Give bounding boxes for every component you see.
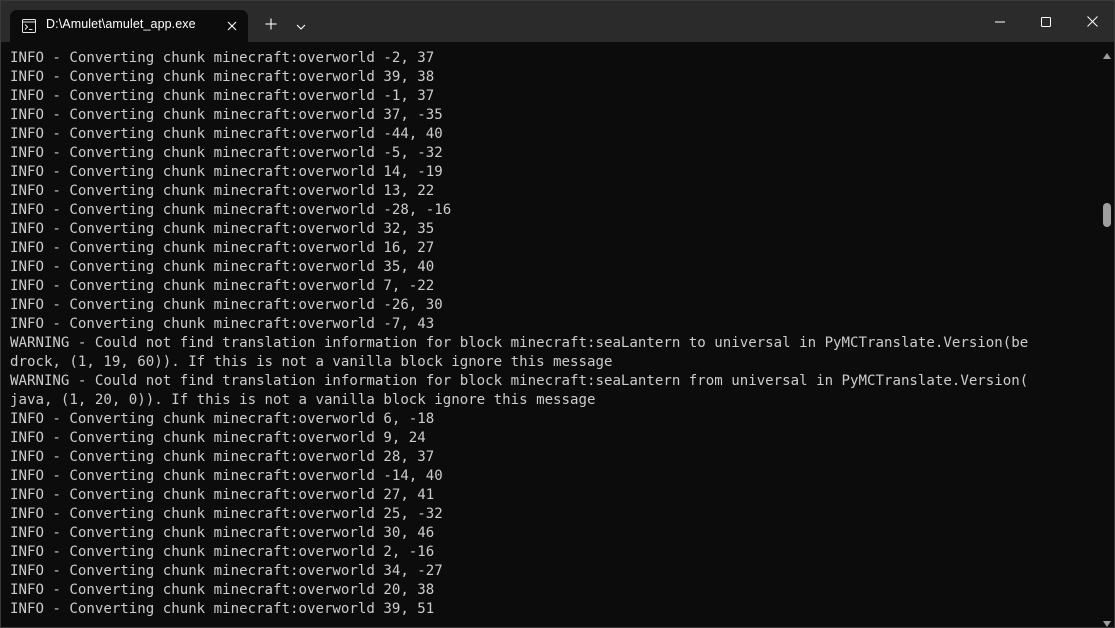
- vertical-scrollbar[interactable]: [1101, 42, 1113, 628]
- console-line: INFO - Converting chunk minecraft:overwo…: [10, 88, 435, 104]
- console-line: INFO - Converting chunk minecraft:overwo…: [10, 69, 435, 85]
- console-line: INFO - Converting chunk minecraft:overwo…: [10, 126, 443, 142]
- console-line: INFO - Converting chunk minecraft:overwo…: [10, 544, 435, 560]
- console-line: INFO - Converting chunk minecraft:overwo…: [10, 183, 435, 199]
- console-line: INFO - Converting chunk minecraft:overwo…: [10, 164, 443, 180]
- tab-title: D:\Amulet\amulet_app.exe: [46, 17, 196, 31]
- console-line: INFO - Converting chunk minecraft:overwo…: [10, 449, 435, 465]
- tab-dropdown-button[interactable]: [289, 10, 313, 38]
- console-line: INFO - Converting chunk minecraft:overwo…: [10, 259, 435, 275]
- console-line: drock, (1, 19, 60)). If this is not a va…: [10, 354, 613, 370]
- title-bar[interactable]: D:\Amulet\amulet_app.exe: [1, 1, 1114, 42]
- maximize-button[interactable]: [1023, 1, 1069, 42]
- console-line: INFO - Converting chunk minecraft:overwo…: [10, 50, 435, 66]
- scroll-up-arrow-icon[interactable]: [1102, 46, 1112, 59]
- console-line: INFO - Converting chunk minecraft:overwo…: [10, 506, 443, 522]
- console-line: INFO - Converting chunk minecraft:overwo…: [10, 563, 443, 579]
- console-line: INFO - Converting chunk minecraft:overwo…: [10, 411, 435, 427]
- scroll-down-arrow-icon[interactable]: [1102, 614, 1112, 627]
- chevron-down-icon: [296, 15, 306, 34]
- console-line: INFO - Converting chunk minecraft:overwo…: [10, 487, 435, 503]
- terminal-icon: [22, 18, 36, 33]
- console-line: INFO - Converting chunk minecraft:overwo…: [10, 278, 435, 294]
- console-line: java, (1, 20, 0)). If this is not a vani…: [10, 392, 596, 408]
- console-line: INFO - Converting chunk minecraft:overwo…: [10, 202, 452, 218]
- console-line: INFO - Converting chunk minecraft:overwo…: [10, 582, 435, 598]
- scrollbar-thumb[interactable]: [1103, 203, 1111, 227]
- tab-amulet-app[interactable]: D:\Amulet\amulet_app.exe: [10, 10, 248, 42]
- new-tab-button[interactable]: [257, 10, 285, 38]
- console-line: INFO - Converting chunk minecraft:overwo…: [10, 430, 426, 446]
- maximize-icon: [1041, 12, 1051, 31]
- close-icon: [1086, 12, 1098, 31]
- plus-icon: [265, 15, 277, 34]
- console-line: INFO - Converting chunk minecraft:overwo…: [10, 221, 435, 237]
- console-line: WARNING - Could not find translation inf…: [10, 335, 1029, 351]
- close-icon[interactable]: [222, 16, 242, 36]
- console-line: INFO - Converting chunk minecraft:overwo…: [10, 601, 435, 617]
- console-line: INFO - Converting chunk minecraft:overwo…: [10, 316, 435, 332]
- minimize-icon: [995, 12, 1005, 31]
- console-line: INFO - Converting chunk minecraft:overwo…: [10, 240, 435, 256]
- console-line: INFO - Converting chunk minecraft:overwo…: [10, 107, 443, 123]
- minimize-button[interactable]: [977, 1, 1023, 42]
- close-window-button[interactable]: [1069, 1, 1115, 42]
- console-line: WARNING - Could not find translation inf…: [10, 373, 1029, 389]
- terminal-window: D:\Amulet\amulet_app.exe INFO - Converti…: [0, 0, 1115, 628]
- console-line: INFO - Converting chunk minecraft:overwo…: [10, 525, 435, 541]
- console-line: INFO - Converting chunk minecraft:overwo…: [10, 297, 443, 313]
- console-output[interactable]: INFO - Converting chunk minecraft:overwo…: [10, 49, 1095, 625]
- console-line: INFO - Converting chunk minecraft:overwo…: [10, 145, 443, 161]
- console-line: INFO - Converting chunk minecraft:overwo…: [10, 468, 443, 484]
